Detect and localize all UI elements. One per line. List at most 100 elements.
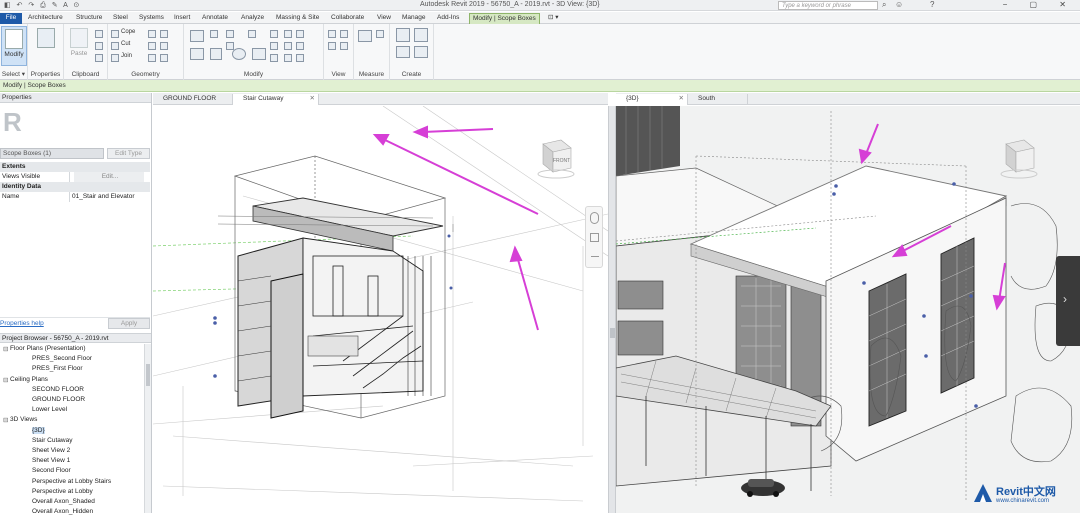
trim-icon[interactable] [248, 30, 256, 38]
scrollbar-thumb[interactable] [146, 364, 150, 386]
measure-icon[interactable] [358, 30, 372, 42]
chevron-right-icon[interactable]: › [1063, 292, 1067, 306]
steering-wheel-icon[interactable] [590, 212, 599, 224]
browser-view-item[interactable]: Perspective at Lobby Stairs [32, 478, 111, 485]
properties-button[interactable] [33, 26, 59, 66]
browser-view-item[interactable]: {3D} [32, 426, 45, 434]
section-identity-data[interactable]: Identity Data [0, 182, 150, 192]
tab-architecture[interactable]: Architecture [25, 13, 66, 24]
browser-view-item[interactable]: Overall Axon_Shaded [32, 498, 95, 505]
tab-analyze[interactable]: Analyze [238, 13, 267, 24]
tab-manage[interactable]: Manage [399, 13, 429, 24]
browser-category[interactable]: Ceiling Plans [10, 376, 48, 383]
cope-label[interactable]: Cope [121, 29, 135, 35]
name-value-field[interactable]: 01_Stair and Elevator [70, 192, 150, 202]
split-face-icon[interactable] [160, 30, 168, 38]
modify-button[interactable]: Modify [1, 26, 27, 66]
array-icon[interactable] [270, 42, 278, 50]
copy-icon[interactable] [95, 42, 103, 50]
tab-file[interactable]: File [0, 13, 22, 24]
tab-extra-dropdown[interactable]: ⊡ ▾ [545, 13, 562, 24]
paste-button[interactable]: Paste [66, 26, 92, 66]
binoculars-icon[interactable]: ⌕ [882, 0, 886, 10]
align-icon[interactable] [190, 30, 204, 42]
type-selector[interactable]: Scope Boxes (1) [0, 148, 104, 159]
lightbulb-icon[interactable] [328, 42, 336, 50]
scale-icon[interactable] [270, 54, 278, 62]
properties-help-link[interactable]: Properties help [0, 320, 44, 327]
split-icon[interactable] [270, 30, 278, 38]
views-visible-edit-button[interactable]: Edit... [74, 172, 144, 182]
tab-structure[interactable]: Structure [73, 13, 105, 24]
dimension-icon[interactable] [376, 30, 384, 38]
section-extents[interactable]: Extents [0, 162, 150, 172]
zoom-icon[interactable] [590, 233, 599, 242]
browser-view-item[interactable]: Sheet View 1 [32, 457, 70, 464]
join-roof-icon[interactable] [148, 54, 156, 62]
view-tab-south[interactable]: South [688, 94, 748, 105]
select-panel-label[interactable]: Select ▾ [0, 70, 27, 78]
override-icon[interactable] [340, 30, 348, 38]
split-gap-icon[interactable] [284, 54, 292, 62]
create-parts-icon[interactable] [414, 28, 428, 42]
create-similar-icon[interactable] [414, 46, 428, 58]
wall-joins-icon[interactable] [148, 30, 156, 38]
unpin-icon[interactable] [296, 30, 304, 38]
browser-view-item[interactable]: Sheet View 2 [32, 447, 70, 454]
stair-cutaway-view[interactable]: FRONT [153, 106, 608, 513]
unjoin-icon[interactable] [296, 54, 304, 62]
cut-geometry-icon[interactable] [111, 42, 119, 50]
search-input[interactable]: Type a keyword or phrase [778, 1, 878, 10]
browser-view-item[interactable]: Second Floor [32, 467, 71, 474]
pin-icon[interactable] [284, 30, 292, 38]
browser-scrollbar[interactable] [144, 344, 151, 513]
browser-view-item[interactable]: Stair Cutaway [32, 437, 72, 444]
splitter-handle[interactable] [610, 328, 615, 338]
browser-view-item[interactable]: SECOND FLOOR [32, 386, 84, 393]
match-icon[interactable] [95, 54, 103, 62]
rotate-icon[interactable] [232, 48, 246, 60]
trim-single-icon[interactable] [296, 42, 304, 50]
beam-icon[interactable] [160, 54, 168, 62]
tab-steel[interactable]: Steel [110, 13, 131, 24]
copy-element-icon[interactable] [210, 48, 222, 60]
3d-view[interactable]: › [616, 106, 1080, 513]
tab-annotate[interactable]: Annotate [199, 13, 231, 24]
view-tab-ground-floor[interactable]: GROUND FLOOR [153, 94, 233, 105]
demolish-icon[interactable] [160, 42, 168, 50]
browser-view-item[interactable]: PRES_First Floor [32, 365, 83, 372]
apply-button[interactable]: Apply [108, 318, 150, 329]
window-controls[interactable]: − ▢ ✕ [1003, 0, 1076, 9]
edit-type-button[interactable]: Edit Type [107, 148, 150, 159]
close-icon[interactable]: ✕ [310, 94, 315, 104]
browser-view-item[interactable]: Overall Axon_Hidden [32, 508, 93, 515]
tab-insert[interactable]: Insert [171, 13, 193, 24]
side-nav-panel[interactable]: › [1056, 256, 1080, 346]
hide-icon[interactable] [328, 30, 336, 38]
join-icon[interactable] [111, 54, 119, 62]
zoom-dropdown-icon[interactable] [591, 251, 599, 257]
create-group-icon[interactable] [396, 46, 410, 58]
view-cube-3d[interactable] [998, 138, 1040, 180]
linework-icon[interactable] [340, 42, 348, 50]
browser-view-item[interactable]: Lower Level [32, 406, 67, 413]
browser-view-item[interactable]: Perspective at Lobby [32, 488, 93, 495]
mirror-draw-icon[interactable] [226, 42, 234, 50]
view-cube[interactable]: FRONT [535, 138, 577, 180]
browser-view-item[interactable]: GROUND FLOOR [32, 396, 85, 403]
collapse-icon[interactable]: ⊟ [3, 376, 8, 384]
help-icon[interactable]: ? [930, 0, 934, 9]
tab-systems[interactable]: Systems [136, 13, 167, 24]
user-icon[interactable]: ☺ [895, 0, 903, 9]
tab-view[interactable]: View [374, 13, 394, 24]
close-icon[interactable]: ✕ [679, 94, 684, 104]
tab-addins[interactable]: Add-Ins [434, 13, 462, 24]
delete-icon[interactable] [284, 42, 292, 50]
mirror-pick-icon[interactable] [226, 30, 234, 38]
collapse-icon[interactable]: ⊟ [3, 345, 8, 353]
collapse-icon[interactable]: ⊟ [3, 416, 8, 424]
trim-extend-icon[interactable] [252, 48, 266, 60]
tab-modify-scope-boxes[interactable]: Modify | Scope Boxes [469, 13, 540, 24]
view-tab-3d[interactable]: {3D} ✕ [616, 94, 688, 105]
browser-category[interactable]: Floor Plans (Presentation) [10, 345, 86, 352]
